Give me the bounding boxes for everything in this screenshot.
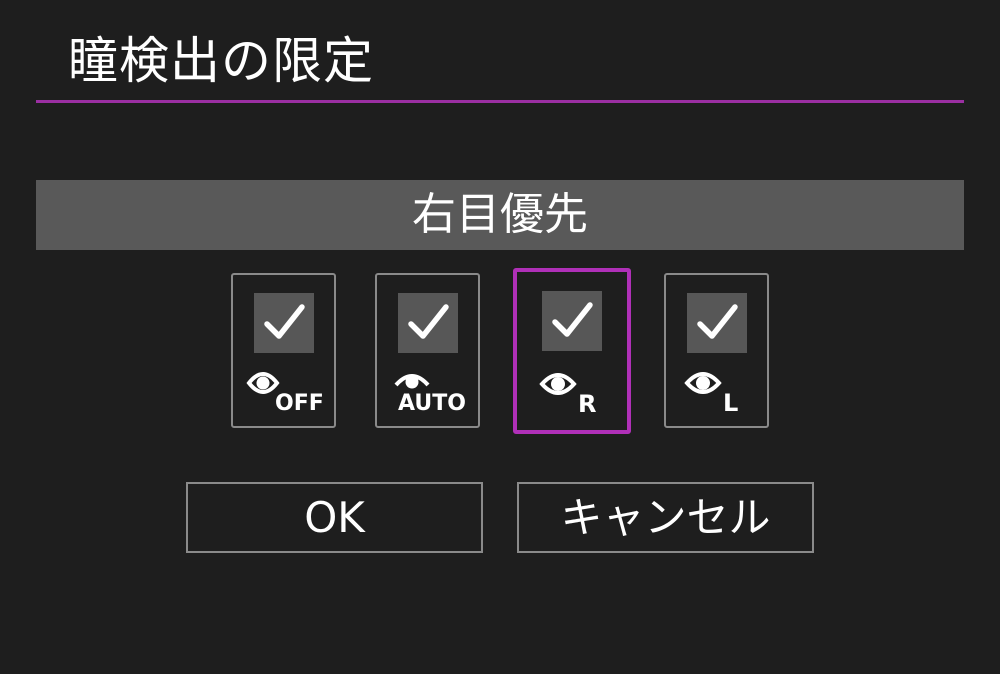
cancel-button-label: キャンセル: [560, 492, 771, 542]
checkbox-eye-left[interactable]: [686, 293, 747, 353]
eye-auto-icon: AUTO: [377, 363, 478, 415]
option-eye-auto[interactable]: AUTO: [375, 273, 480, 428]
ok-button-label: OK: [304, 492, 365, 542]
checkmark-icon: [696, 304, 738, 339]
checkmark-icon: [263, 304, 305, 339]
option-eye-left[interactable]: L: [664, 273, 769, 428]
ok-button[interactable]: OK: [186, 482, 483, 553]
option-eye-off[interactable]: OFF: [231, 273, 336, 428]
eye-right-icon-text: R: [578, 390, 596, 416]
eye-right-icon: R: [517, 364, 627, 416]
option-eye-right[interactable]: R: [513, 268, 631, 434]
current-selection-label: 右目優先: [412, 189, 588, 240]
checkmark-icon: [552, 302, 593, 337]
eye-left-icon: L: [666, 363, 767, 415]
eye-auto-icon-text: AUTO: [398, 391, 466, 415]
title-divider: [36, 100, 964, 103]
eye-off-icon: OFF: [233, 363, 334, 415]
eye-off-icon-text: OFF: [275, 391, 324, 415]
checkbox-eye-auto[interactable]: [397, 293, 458, 353]
checkbox-eye-right[interactable]: [542, 291, 602, 351]
checkbox-eye-off[interactable]: [253, 293, 314, 353]
cancel-button[interactable]: キャンセル: [517, 482, 814, 553]
eye-left-icon-text: L: [723, 389, 738, 415]
current-selection-bar: 右目優先: [36, 180, 964, 250]
page-title: 瞳検出の限定: [68, 32, 374, 90]
checkmark-icon: [407, 304, 449, 339]
